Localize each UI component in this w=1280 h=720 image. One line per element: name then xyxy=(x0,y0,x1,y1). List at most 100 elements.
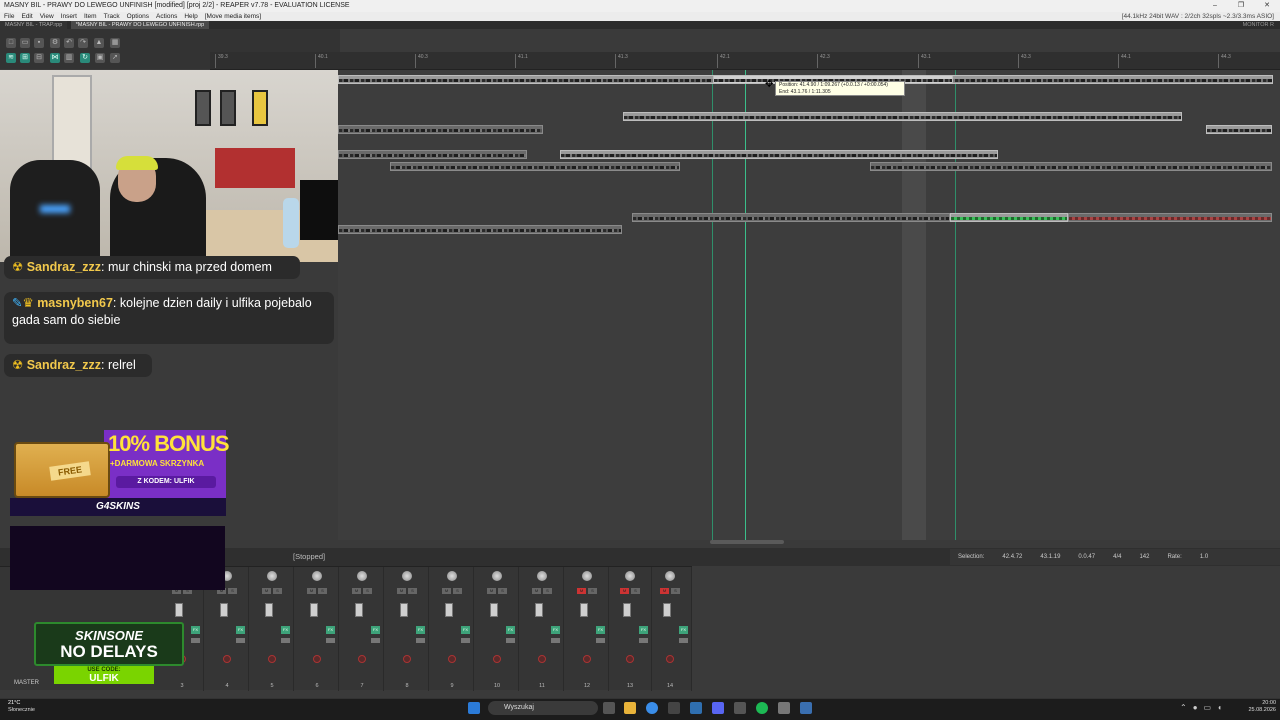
record-arm-button[interactable] xyxy=(268,655,276,663)
network-icon[interactable]: ▭ xyxy=(1204,703,1212,712)
ripple-edit-icon[interactable]: ≋ xyxy=(6,53,16,63)
settings-icon[interactable]: ⚙ xyxy=(50,38,60,48)
mixer-strip[interactable]: M S FX 7 xyxy=(340,567,384,691)
save-project-icon[interactable]: ▪ xyxy=(34,38,44,48)
grid-icon[interactable]: ▦ xyxy=(110,38,120,48)
taskbar-clock[interactable]: 20:00 25.08.2026 xyxy=(1236,700,1276,714)
menu-actions[interactable]: Actions xyxy=(156,12,177,21)
selection-start[interactable]: 42.4.72 xyxy=(1002,549,1022,565)
steam-icon[interactable] xyxy=(690,702,702,714)
media-item[interactable] xyxy=(870,162,1272,171)
pan-knob[interactable] xyxy=(625,571,635,581)
pan-knob[interactable] xyxy=(582,571,592,581)
loop-end-marker[interactable] xyxy=(955,70,956,540)
snap-icon[interactable]: ⊟ xyxy=(34,53,44,63)
pan-knob[interactable] xyxy=(492,571,502,581)
mixer-strip[interactable]: M S FX 8 xyxy=(385,567,429,691)
media-item[interactable] xyxy=(623,112,1182,121)
reaper-icon[interactable] xyxy=(778,702,790,714)
record-arm-button[interactable] xyxy=(666,655,674,663)
timeline-ruler[interactable]: 39.3 40.1 40.3 41.1 41.3 42.1 42.3 43.1 … xyxy=(210,52,1280,70)
media-item[interactable] xyxy=(1068,213,1272,222)
record-arm-button[interactable] xyxy=(583,655,591,663)
menu-options[interactable]: Options xyxy=(127,12,149,21)
media-item[interactable] xyxy=(390,162,680,171)
mixer-strip[interactable]: M S FX 10 xyxy=(475,567,519,691)
record-arm-button[interactable] xyxy=(626,655,634,663)
media-item[interactable] xyxy=(338,125,543,134)
pan-knob[interactable] xyxy=(312,571,322,581)
app-icon[interactable] xyxy=(734,702,746,714)
mixer-strip[interactable]: M S FX 13 xyxy=(608,567,652,691)
menu-file[interactable]: File xyxy=(4,12,14,21)
mixer-strip[interactable]: M S FX 5 xyxy=(250,567,294,691)
chrome-icon[interactable] xyxy=(646,702,658,714)
envelope-icon[interactable]: ▥ xyxy=(64,53,74,63)
volume-fader[interactable] xyxy=(580,603,588,617)
volume-fader[interactable] xyxy=(535,603,543,617)
rate-value[interactable]: 1.0 xyxy=(1200,549,1208,565)
media-item[interactable] xyxy=(632,213,950,222)
volume-fader[interactable] xyxy=(355,603,363,617)
spotify-icon[interactable] xyxy=(756,702,768,714)
pan-knob[interactable] xyxy=(447,571,457,581)
volume-icon[interactable]: ◖ xyxy=(1217,703,1222,712)
record-arm-button[interactable] xyxy=(313,655,321,663)
pan-knob[interactable] xyxy=(537,571,547,581)
volume-fader[interactable] xyxy=(400,603,408,617)
cursor-tool-icon[interactable]: ➚ xyxy=(110,53,120,63)
record-arm-button[interactable] xyxy=(493,655,501,663)
pan-knob[interactable] xyxy=(402,571,412,581)
record-arm-button[interactable] xyxy=(403,655,411,663)
weather-widget[interactable]: 21°C Słonecznie xyxy=(8,700,35,713)
volume-fader[interactable] xyxy=(175,603,183,617)
microphone-icon[interactable]: ● xyxy=(1193,703,1198,712)
media-item[interactable] xyxy=(950,213,1068,222)
volume-fader[interactable] xyxy=(265,603,273,617)
project-tab-active[interactable]: *MASNY BIL - PRAWY DO LEWEGO UNFINISH.rp… xyxy=(70,21,210,29)
menu-view[interactable]: View xyxy=(40,12,54,21)
record-arm-button[interactable] xyxy=(223,655,231,663)
file-explorer-icon[interactable] xyxy=(624,702,636,714)
lock-icon[interactable]: ▣ xyxy=(95,53,105,63)
menu-help[interactable]: Help xyxy=(184,12,197,21)
selection-length[interactable]: 0.0.47 xyxy=(1078,549,1095,565)
menu-edit[interactable]: Edit xyxy=(21,12,32,21)
volume-fader[interactable] xyxy=(445,603,453,617)
record-arm-button[interactable] xyxy=(448,655,456,663)
arrange-view[interactable] xyxy=(338,70,1280,540)
pan-knob[interactable] xyxy=(665,571,675,581)
open-project-icon[interactable]: ▭ xyxy=(20,38,30,48)
discord-icon[interactable] xyxy=(712,702,724,714)
metronome-icon[interactable]: ▲ xyxy=(94,38,104,48)
menu-track[interactable]: Track xyxy=(104,12,120,21)
loop-icon[interactable]: ↻ xyxy=(80,53,90,63)
maximize-button[interactable]: ❐ xyxy=(1228,0,1254,12)
mixer-strip[interactable]: M S FX 9 xyxy=(430,567,474,691)
volume-fader[interactable] xyxy=(310,603,318,617)
selection-end[interactable]: 43.1.19 xyxy=(1040,549,1060,565)
monitor-label[interactable]: MONITOR R xyxy=(1243,21,1274,29)
pan-knob[interactable] xyxy=(357,571,367,581)
auto-crossfade-icon[interactable]: ⋈ xyxy=(50,53,60,63)
media-item[interactable] xyxy=(338,150,527,159)
mixer-strip[interactable]: M S FX 14 xyxy=(648,567,692,691)
undo-icon[interactable]: ↶ xyxy=(64,38,74,48)
loop-start-marker[interactable] xyxy=(712,70,713,540)
edit-cursor[interactable] xyxy=(745,70,746,540)
redo-icon[interactable]: ↷ xyxy=(78,38,88,48)
volume-fader[interactable] xyxy=(663,603,671,617)
project-tab[interactable]: MASNY BIL - TRAP.rpp xyxy=(0,21,68,29)
media-item[interactable] xyxy=(1206,125,1272,134)
record-arm-button[interactable] xyxy=(358,655,366,663)
volume-fader[interactable] xyxy=(490,603,498,617)
media-item[interactable] xyxy=(338,225,622,234)
task-view-icon[interactable] xyxy=(603,702,615,714)
item-grouping-icon[interactable]: ⊞ xyxy=(20,53,30,63)
windows-start-icon[interactable] xyxy=(468,702,480,714)
app-icon[interactable] xyxy=(668,702,680,714)
volume-fader[interactable] xyxy=(220,603,228,617)
mixer-strip[interactable]: M S FX 12 xyxy=(565,567,609,691)
record-arm-button[interactable] xyxy=(538,655,546,663)
tempo-bpm[interactable]: 142 xyxy=(1139,549,1149,565)
